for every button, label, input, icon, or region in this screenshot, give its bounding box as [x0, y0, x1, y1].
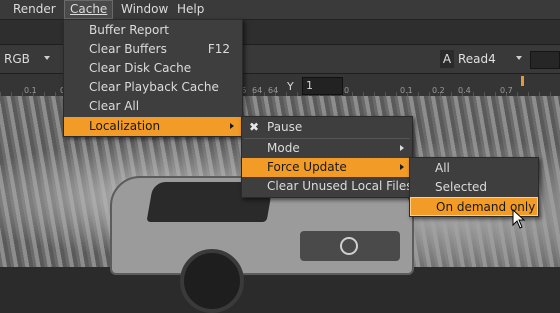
input-node-select[interactable]: Read4 — [458, 50, 496, 68]
chevron-right-icon — [400, 164, 404, 170]
ruler-label: 0.4 — [458, 86, 471, 95]
chevron-down-icon[interactable] — [44, 56, 50, 60]
frame-field[interactable] — [530, 51, 560, 69]
menu-item-clear-playback-cache[interactable]: Clear Playback Cache — [64, 78, 242, 97]
menu-item-clear-unused-local-files[interactable]: Clear Unused Local Files — [242, 177, 413, 196]
shortcut-label: F12 — [207, 42, 230, 56]
menu-item-all[interactable]: All — [410, 159, 538, 178]
force-update-menu: All Selected On demand only — [409, 157, 539, 217]
menu-bar: Render Cache Window Help — [0, 0, 560, 20]
cache-menu: Buffer Report Clear Buffers F12 Clear Dis… — [63, 19, 243, 137]
menu-item-clear-disk-cache[interactable]: Clear Disk Cache — [64, 59, 242, 78]
menu-item-force-update[interactable]: Force Update — [242, 158, 412, 177]
menu-item-pause[interactable]: ✖ Pause — [242, 118, 412, 137]
ruler-label: 0.1 — [400, 86, 413, 95]
gamma-label: Y — [287, 80, 294, 93]
menu-item-selected[interactable]: Selected — [410, 178, 538, 197]
ruler-label: 0.2 — [432, 86, 445, 95]
chevron-down-icon[interactable] — [516, 56, 522, 60]
menu-window[interactable]: Window — [116, 0, 173, 19]
menu-render[interactable]: Render — [8, 0, 61, 19]
menu-cache[interactable]: Cache — [64, 0, 114, 19]
input-a-label: A — [440, 50, 454, 68]
chevron-right-icon — [230, 123, 234, 129]
close-icon: ✖ — [249, 120, 260, 134]
car-wheel — [180, 249, 244, 313]
menu-item-clear-buffers[interactable]: Clear Buffers F12 — [64, 40, 242, 59]
localization-menu: ✖ Pause Mode Force Update Clear Unused L… — [241, 116, 413, 198]
chevron-right-icon — [400, 145, 404, 151]
mouse-cursor-icon — [512, 209, 526, 229]
menu-item-mode[interactable]: Mode — [242, 139, 412, 158]
ruler-label: 0 — [344, 86, 350, 95]
channel-select[interactable]: RGB — [4, 50, 30, 68]
ruler-label: 64 — [252, 86, 263, 95]
car-logo — [340, 237, 358, 255]
ruler-label: 64 — [268, 86, 279, 95]
slider-handle[interactable] — [521, 76, 524, 86]
menu-item-clear-all[interactable]: Clear All — [64, 97, 242, 116]
menu-help[interactable]: Help — [172, 0, 209, 19]
menu-item-localization[interactable]: Localization — [64, 117, 242, 136]
gamma-input[interactable]: 1 — [302, 77, 343, 95]
ruler-label: 0.1 — [24, 86, 37, 95]
menu-item-buffer-report[interactable]: Buffer Report — [64, 21, 242, 40]
ruler-label: 0.7 — [500, 86, 513, 95]
